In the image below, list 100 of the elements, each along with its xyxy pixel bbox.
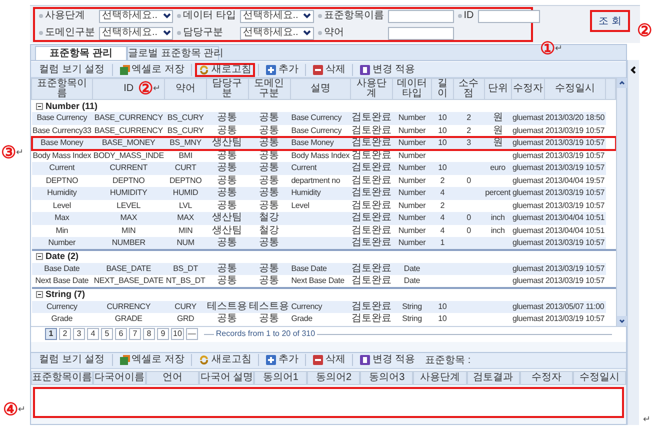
column-header[interactable]: 동의어2 <box>307 370 360 384</box>
table-cell: Number <box>398 226 426 235</box>
column-header[interactable]: 수정자 <box>511 78 544 100</box>
collapse-icon[interactable] <box>36 102 42 110</box>
column-header[interactable]: 동의어3 <box>360 370 414 384</box>
table-cell: 10 <box>438 302 447 311</box>
toolbar-button[interactable]: 엑셀로 저장 <box>116 353 188 367</box>
page-button[interactable]: 8 <box>143 328 155 340</box>
column-header[interactable]: 설명 <box>290 78 351 100</box>
page-button[interactable]: 3 <box>73 328 85 340</box>
search-button[interactable]: 조 회 <box>590 10 630 32</box>
table-cell: 공통 <box>259 237 280 248</box>
return-mark: ↵ <box>643 415 651 424</box>
page-button[interactable]: 5 <box>101 328 113 340</box>
table-cell: 원 <box>492 137 503 148</box>
input-field[interactable] <box>478 10 540 22</box>
column-header[interactable]: 단위 <box>484 78 512 100</box>
table-row[interactable]: Base Money BASE_MONEY BS_MNY 생산팀 공통 Base Money 검토완료 Number 10 3 원 gluemast 2013/03/19 10:57 <box>32 137 616 150</box>
table-cell: BS_MNY <box>170 138 202 148</box>
toolbar-button[interactable]: 삭제 <box>309 353 350 367</box>
input-field[interactable] <box>388 10 454 22</box>
column-header[interactable]: 표준항목이름 <box>32 78 92 100</box>
group-label: Number (11) <box>46 102 98 110</box>
page-button[interactable]: 4 <box>87 328 99 340</box>
toolbar-button[interactable]: 추가 <box>262 62 302 76</box>
table-cell: GRADE <box>114 314 142 324</box>
page-button[interactable]: 1 <box>45 328 57 340</box>
column-header[interactable]: 도메인구분 <box>248 78 290 100</box>
table-cell: 검토완료 <box>352 162 392 174</box>
column-header[interactable]: 담당구분 <box>206 78 248 100</box>
table-cell: 2013/03/20 18:50 <box>545 113 604 122</box>
page-button[interactable]: 7 <box>129 328 141 340</box>
column-header[interactable]: 사용단계 <box>413 370 467 384</box>
toolbar-button[interactable]: 엑셀로 저장 <box>116 62 188 76</box>
page-button[interactable]: 9 <box>157 328 169 340</box>
table-cell: 4 <box>440 226 444 235</box>
table-cell: 공통 <box>217 262 238 274</box>
column-header[interactable]: 수정일시 <box>572 370 626 384</box>
toolbar-button[interactable]: 변경 적용 <box>356 62 420 76</box>
plus-icon <box>266 355 276 365</box>
table-cell: BASE_CURRENCY <box>94 126 163 135</box>
column-header[interactable]: 데이터 타입 <box>392 78 432 100</box>
column-header[interactable]: 약어 <box>164 78 206 100</box>
table-cell: Next Base Date <box>291 276 344 285</box>
table-cell: 1 <box>440 238 444 247</box>
collapse-left-icon[interactable] <box>630 66 636 74</box>
table-cell: Base Currency <box>36 113 88 122</box>
page-button[interactable]: 10 <box>171 328 184 340</box>
table-cell: Grade <box>51 314 73 324</box>
collapse-icon[interactable] <box>36 253 42 260</box>
column-header[interactable]: 길이 <box>431 78 454 100</box>
toolbar-button[interactable]: 컬럼 보기 설정 <box>35 62 109 76</box>
toolbar-button[interactable]: 추가 <box>262 353 302 367</box>
select-field[interactable]: 선택하세요.. <box>240 10 314 22</box>
table-cell: 0 <box>466 226 471 235</box>
column-header[interactable]: 사용단계 <box>350 78 393 100</box>
select-field[interactable]: 선택하세요.. <box>99 26 173 40</box>
table-cell: 검토완료 <box>352 212 392 224</box>
scrollbar[interactable] <box>616 78 626 326</box>
scroll-up-icon[interactable] <box>617 78 627 88</box>
column-header[interactable]: 다국어이름 <box>93 370 146 384</box>
page-button[interactable]: 2 <box>59 328 71 340</box>
column-header[interactable]: 표준항목이름 <box>31 370 93 384</box>
table-cell: 공통 <box>217 150 238 161</box>
column-header[interactable]: 수정자 <box>520 370 573 384</box>
toolbar-button[interactable]: 컬럼 보기 설정 <box>35 353 109 367</box>
select-field[interactable]: 선택하세요.. <box>240 26 314 40</box>
table-cell: 10 <box>438 113 447 122</box>
column-header[interactable]: 검토결과 <box>466 370 520 384</box>
minus-icon <box>313 64 324 74</box>
column-header[interactable]: 다국어 설명 <box>199 370 254 384</box>
table-cell: 검토완료 <box>352 124 392 136</box>
toolbar-button[interactable]: 변경 적용 <box>356 353 420 367</box>
toolbar-button[interactable]: 삭제 <box>309 62 350 76</box>
bullet-icon <box>458 14 462 18</box>
page-button[interactable]: 6 <box>115 328 127 340</box>
column-header[interactable]: 언어 <box>146 370 200 384</box>
tab[interactable]: 표준항목 관리 <box>35 46 127 60</box>
table-cell: department no <box>291 176 340 185</box>
next-page-button[interactable]: — <box>186 328 198 340</box>
table-cell: MIN <box>178 226 193 235</box>
table-cell: gluemast <box>512 238 544 247</box>
column-header[interactable]: 수정일시 <box>544 78 606 100</box>
column-header[interactable]: 소수점 <box>453 78 484 100</box>
table-cell: 공통 <box>217 313 238 324</box>
toolbar-button[interactable]: 새로고침 <box>195 62 256 76</box>
table-cell: 공통 <box>259 174 280 186</box>
table-cell: Base Date <box>44 264 80 273</box>
select-field[interactable]: 선택하세요.. <box>99 10 173 22</box>
collapse-icon[interactable] <box>36 291 42 298</box>
table-cell: 2013/04/04 19:57 <box>545 176 604 185</box>
input-field[interactable] <box>388 26 454 40</box>
table-cell: DEPTNO <box>169 176 202 185</box>
column-header[interactable]: 동의어1 <box>254 370 308 384</box>
toolbar-button[interactable]: 새로고침 <box>195 353 256 367</box>
scroll-down-icon[interactable] <box>617 316 627 326</box>
table-cell: Number <box>398 163 426 172</box>
table-cell: DEPTNO <box>46 176 78 185</box>
annotation-number: ④ <box>3 401 18 418</box>
table-cell: 2013/03/19 10:57 <box>545 163 604 172</box>
